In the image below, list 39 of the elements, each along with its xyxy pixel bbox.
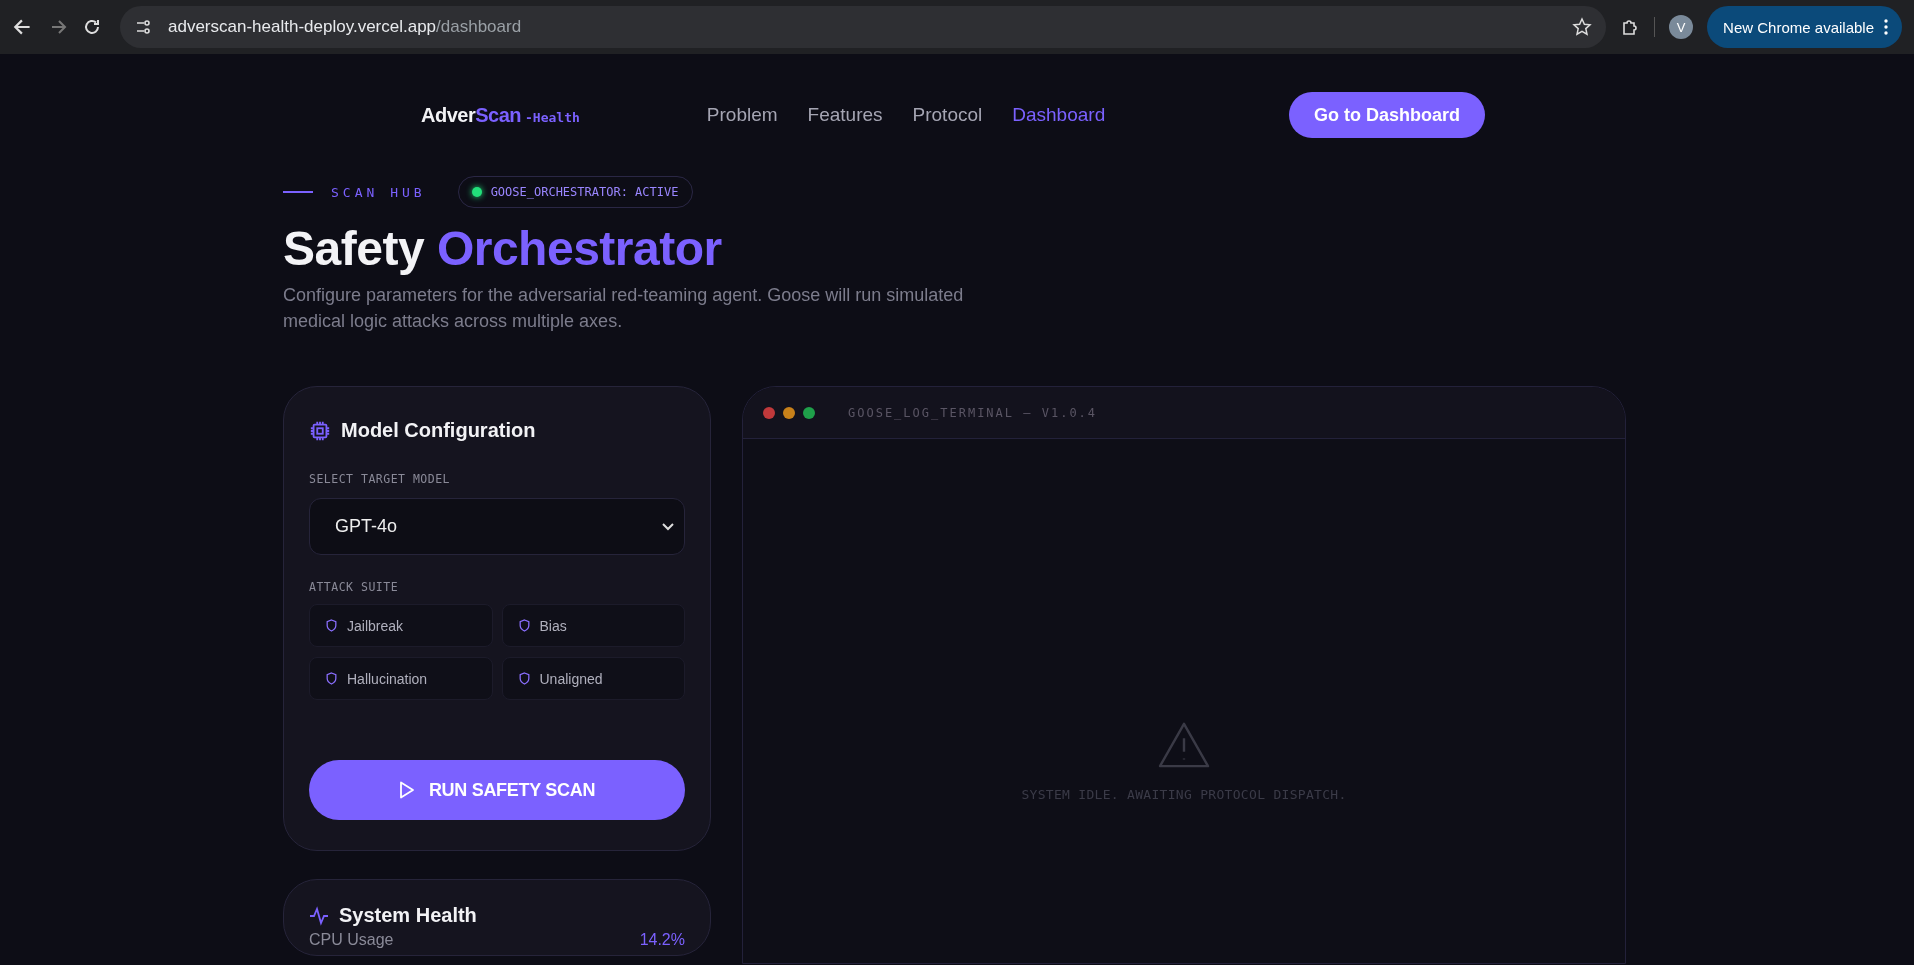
nav-link[interactable]: Dashboard (1012, 104, 1106, 126)
chevron-icon (662, 522, 674, 531)
status-label: GOOSE_ORCHESTRATOR: ACTIVE (490, 185, 679, 199)
model-select[interactable]: GPT-4o (309, 498, 685, 555)
shield-icon (326, 619, 337, 632)
update-button[interactable]: New Chrome available (1707, 6, 1902, 48)
star-icon[interactable] (1572, 17, 1593, 37)
address-bar[interactable]: adverscan-health-deploy.vercel.app/dashboard (120, 6, 1607, 48)
play-icon (398, 781, 415, 799)
page-title: Safety Orchestrator (283, 221, 723, 277)
page-description: Configure parameters for the adversarial red-teaming agent. Goose will run simulated medical logic attacks across multiple axes. (283, 284, 965, 333)
nav-link[interactable]: Features (807, 104, 883, 126)
metric-label: CPU Usage (309, 931, 394, 949)
card-title: Model Configuration (341, 419, 536, 442)
dashboard-button[interactable]: Go to Dashboard (1289, 92, 1485, 138)
reload-icon[interactable] (82, 17, 102, 37)
metric-value: 14.2% (639, 931, 685, 949)
warning-icon (1157, 721, 1211, 769)
nav-link[interactable]: Protocol (912, 104, 983, 126)
run-scan-button[interactable]: RUN SAFETY SCAN (309, 760, 685, 820)
attack-option[interactable]: Hallucination (309, 657, 493, 700)
profile-avatar[interactable]: V (1669, 15, 1694, 39)
terminal-title: GOOSE_LOG_TERMINAL — V1.0.4 (848, 405, 1098, 420)
attack-option[interactable]: Jailbreak (309, 604, 493, 647)
attack-option[interactable]: Unaligned (501, 657, 685, 700)
field-label: SELECT TARGET MODEL (309, 472, 452, 486)
pulse-icon (309, 905, 329, 926)
more-icon (1884, 19, 1888, 35)
shield-icon (518, 672, 530, 685)
shield-icon (326, 672, 337, 685)
logo[interactable]: AdverScan -Health (421, 103, 580, 127)
field-label: ATTACK SUITE (309, 580, 400, 594)
nav-link[interactable]: Problem (706, 104, 778, 126)
section-eyebrow: SCAN HUB (331, 184, 426, 200)
attack-option[interactable]: Bias (501, 604, 685, 647)
url-text: adverscan-health-deploy.vercel.app/dashboard (168, 17, 522, 37)
card-title: System Health (339, 904, 477, 927)
chip-icon (309, 419, 331, 442)
shield-icon (518, 619, 530, 632)
